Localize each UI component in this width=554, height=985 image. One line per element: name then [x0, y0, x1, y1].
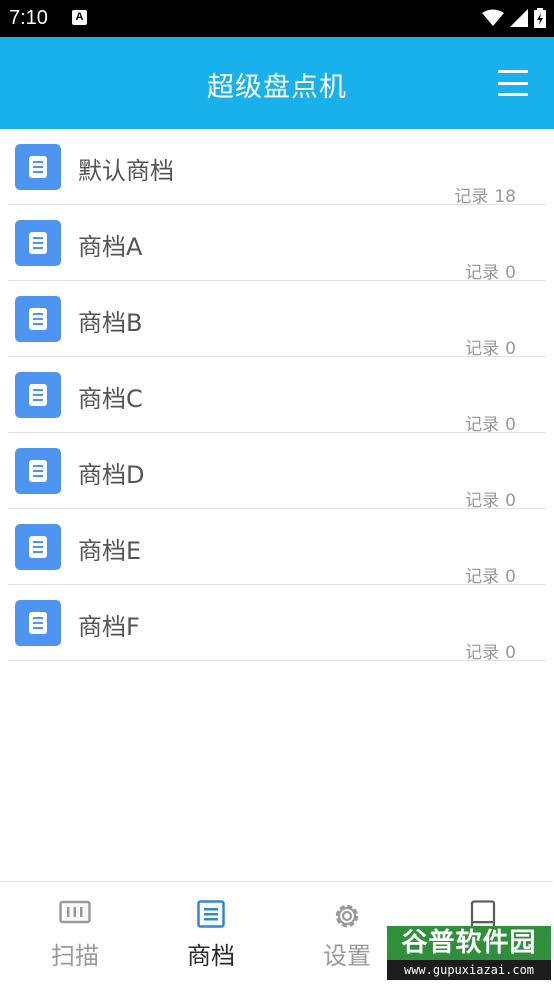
list-item[interactable]: 商档C 记录 0 [8, 357, 546, 435]
list-item[interactable]: 商档B 记录 0 [8, 281, 546, 359]
item-record-count: 记录 0 [465, 339, 516, 359]
status-icons [482, 8, 546, 28]
document-icon [15, 600, 61, 646]
list-item[interactable]: 商档F 记录 0 [8, 585, 546, 663]
status-time: 7:10 [9, 7, 48, 29]
document-icon [15, 296, 61, 342]
item-record-count: 记录 18 [454, 187, 516, 207]
item-record-count: 记录 0 [465, 643, 516, 663]
item-name: 商档F [78, 613, 140, 641]
barcode-icon [59, 900, 91, 924]
watermark-main: 谷普软件园 [387, 926, 551, 960]
item-name: 商档B [78, 309, 143, 337]
item-name: 商档C [78, 385, 143, 413]
list-item[interactable]: 商档A 记录 0 [8, 205, 546, 283]
document-icon [15, 144, 61, 190]
page-title: 超级盘点机 [207, 72, 347, 103]
watermark-logo: 谷普软件园 www.gupuxiazai.com [387, 926, 551, 980]
item-name: 商档E [78, 537, 142, 565]
document-icon [15, 448, 61, 494]
list-item[interactable]: 商档E 记录 0 [8, 509, 546, 587]
document-list-icon [197, 900, 225, 928]
item-name: 商档A [78, 233, 143, 261]
status-bar: 7:10 A [0, 0, 554, 37]
wifi-icon [482, 9, 504, 26]
item-record-count: 记录 0 [465, 567, 516, 587]
document-icon [15, 220, 61, 266]
document-icon [15, 372, 61, 418]
notification-icon: A [72, 10, 87, 25]
tab-label: 商档 [187, 942, 235, 970]
tab-label: 扫描 [51, 942, 99, 970]
item-record-count: 记录 0 [465, 263, 516, 283]
hamburger-menu-icon[interactable] [498, 70, 528, 96]
gear-icon [335, 904, 359, 928]
tab-scan[interactable]: 扫描 [6, 882, 144, 985]
item-record-count: 记录 0 [465, 491, 516, 511]
signal-icon [510, 9, 528, 27]
item-name: 商档D [78, 461, 145, 489]
item-record-count: 记录 0 [465, 415, 516, 435]
item-name: 默认商档 [78, 157, 174, 185]
watermark-url: www.gupuxiazai.com [387, 960, 551, 980]
document-icon [15, 524, 61, 570]
tab-archives[interactable]: 商档 [142, 882, 280, 985]
list-item[interactable]: 默认商档 记录 18 [8, 129, 546, 207]
battery-icon [534, 8, 546, 28]
archive-list: 默认商档 记录 18 商档A 记录 0 商档B 记录 0 商档C 记录 0 商档D 记录… [8, 129, 546, 663]
app-bar: 超级盘点机 [0, 37, 554, 129]
list-item[interactable]: 商档D 记录 0 [8, 433, 546, 511]
